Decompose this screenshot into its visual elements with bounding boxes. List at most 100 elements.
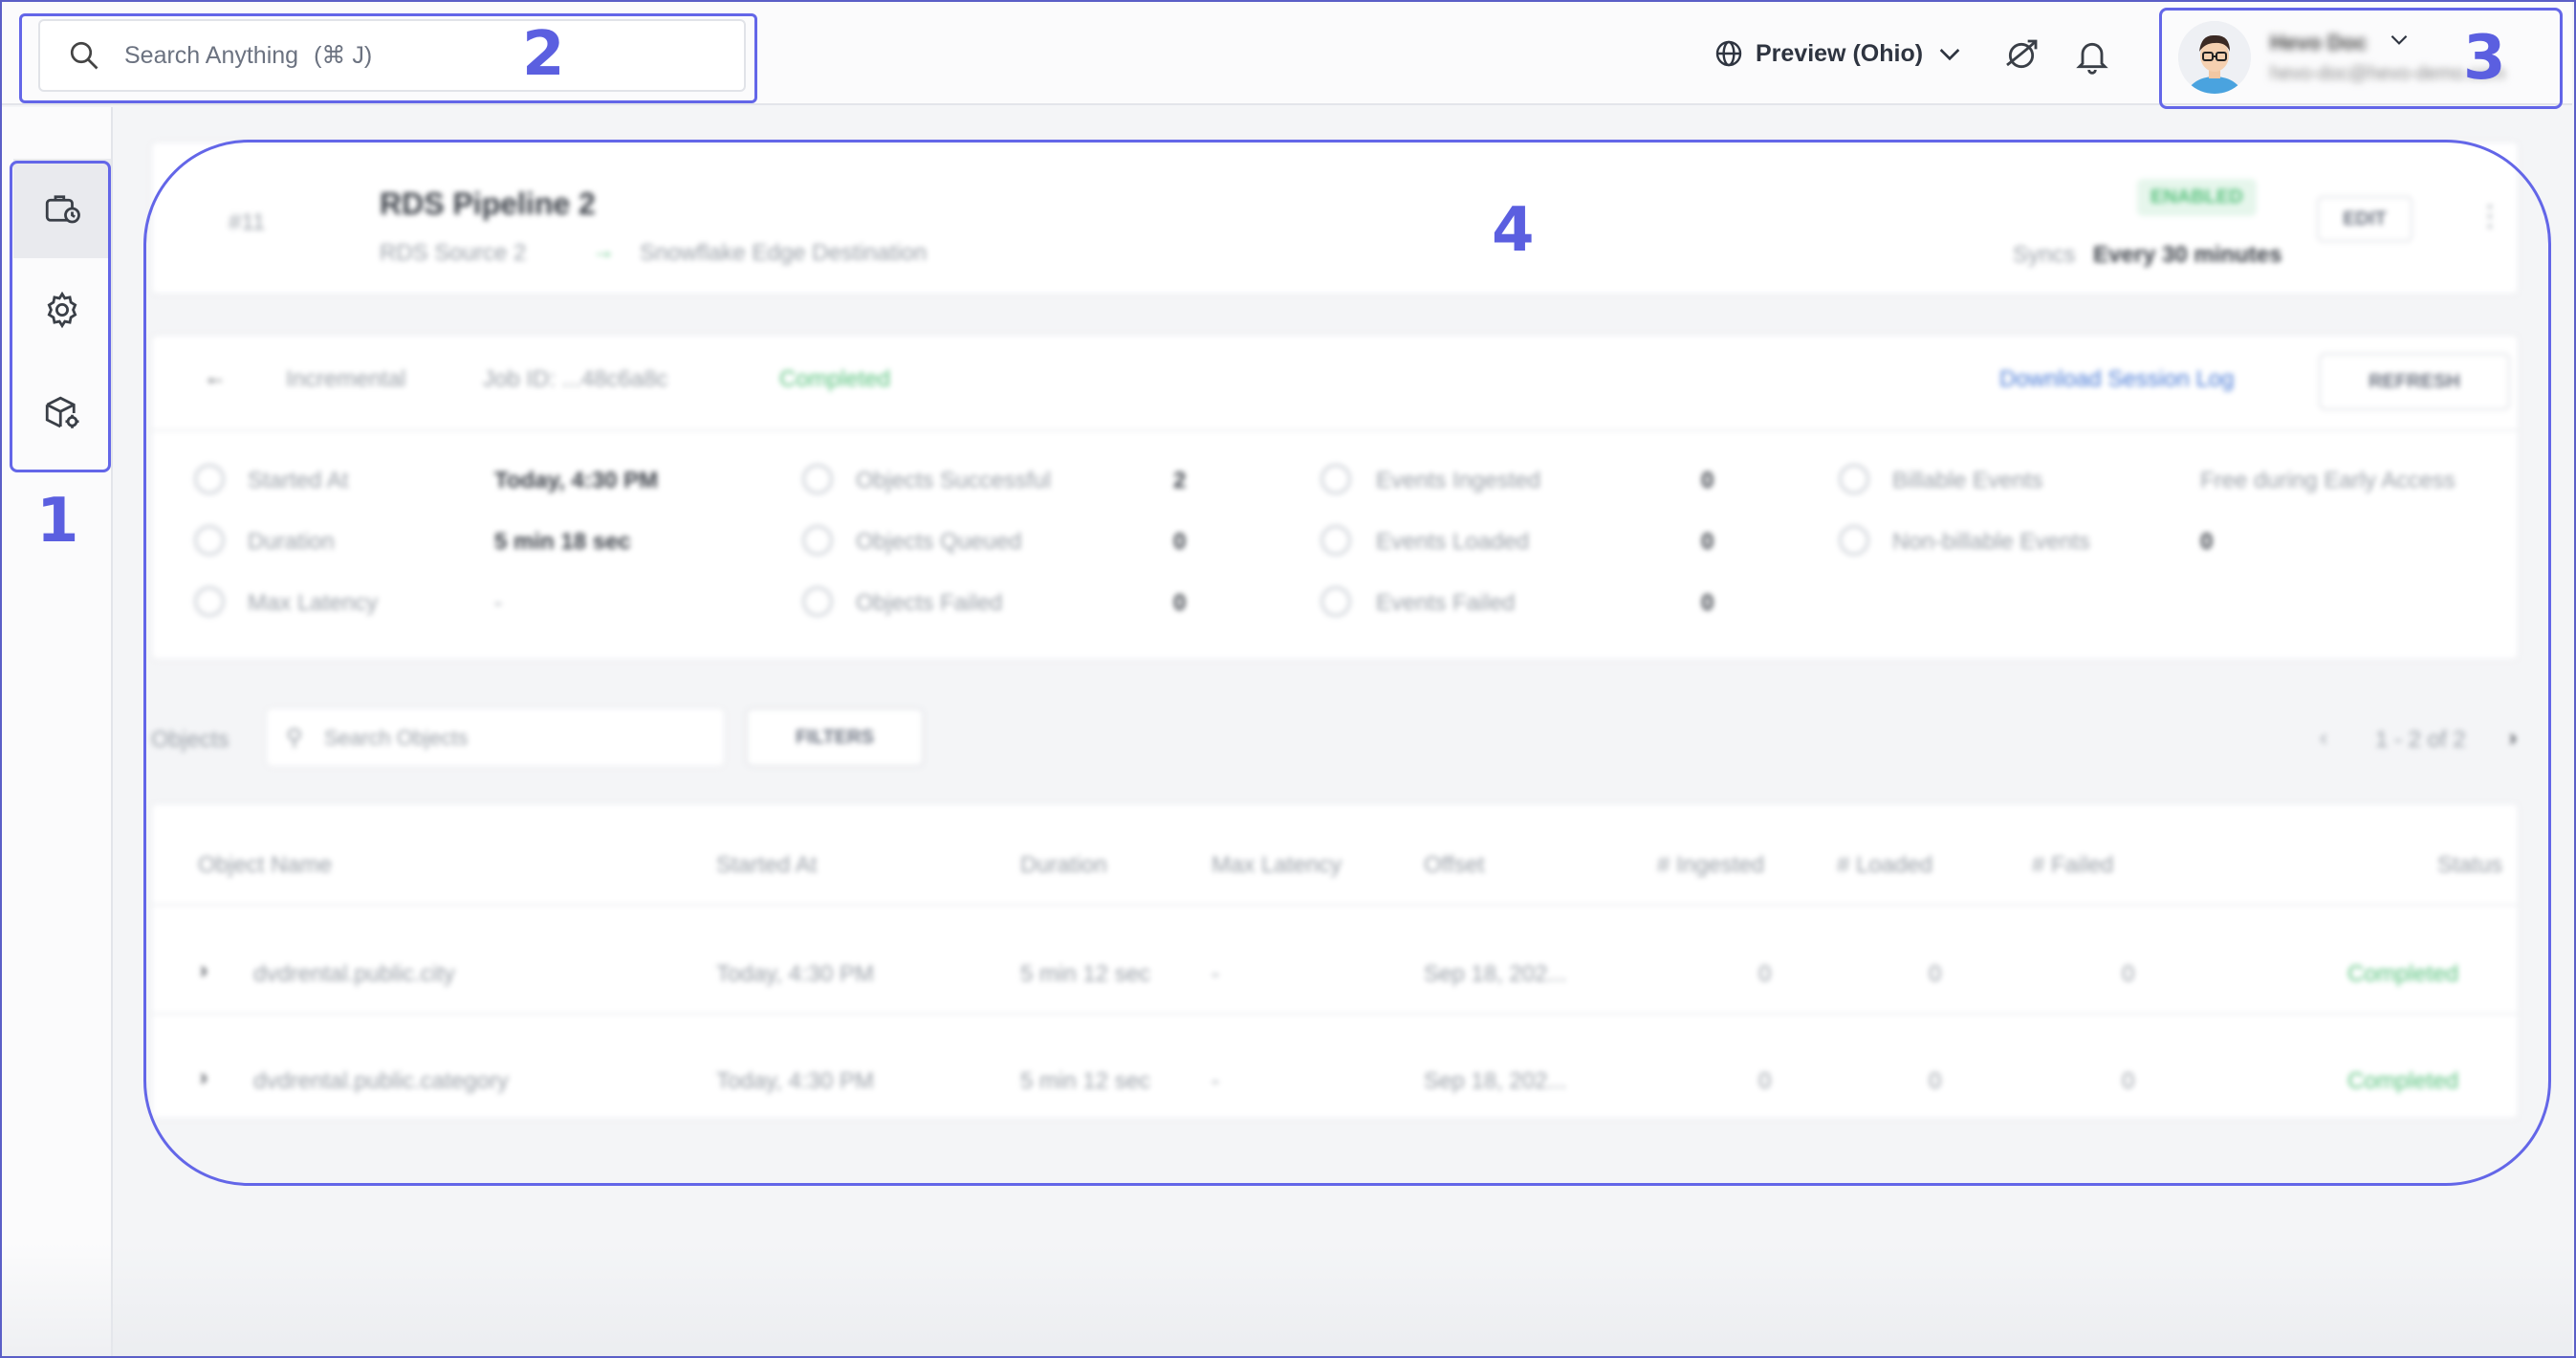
pagination-next-icon[interactable]: › (2509, 725, 2517, 752)
user-menu[interactable]: Hevo Doc hevo-doc@hevo-demo.com (2178, 21, 2505, 94)
divider (152, 904, 2520, 906)
stat-value: 0 (1701, 468, 1714, 493)
pipeline-name[interactable]: RDS Pipeline 2 (380, 186, 596, 222)
annotation-number-3: 3 (2463, 23, 2506, 94)
pipeline-job-details: #11 RDS Pipeline 2 RDS Source 2 → Snowfl… (143, 134, 2534, 1186)
chevron-down-icon (2390, 34, 2408, 45)
divider (152, 429, 2520, 431)
search-objects-placeholder: Search Objects (324, 726, 469, 750)
object-name[interactable]: dvdrental.public.category (253, 1068, 509, 1095)
stat-value: Free during Early Access (2200, 468, 2456, 493)
job-id: Job ID: ...48c6a8c (483, 366, 668, 392)
search-objects-input[interactable]: ⚲ Search Objects (266, 708, 725, 767)
check-circle-icon (802, 464, 833, 494)
non-billable-icon (1839, 525, 1869, 556)
gear-icon (47, 291, 77, 329)
column-header: # Failed (2032, 852, 2114, 878)
error-circle-icon (802, 586, 833, 617)
annotation-number-1: 1 (36, 486, 79, 557)
stat-label: Non-billable Events (1892, 529, 2090, 555)
stat-value: 0 (1701, 590, 1714, 616)
expand-chevron-icon[interactable]: › (200, 957, 207, 984)
column-header: Max Latency (1212, 852, 1343, 878)
job-status: Completed (779, 366, 891, 392)
failed-count: 0 (2122, 961, 2135, 987)
top-header: Search Anything (⌘ J) Preview (Ohio) Hev… (2, 2, 2572, 105)
stat-value: 0 (1173, 590, 1187, 616)
sync-label: Syncs (2013, 242, 2076, 268)
load-icon (1321, 525, 1351, 556)
arrow-right-icon: → (592, 238, 615, 264)
edit-button-label: EDIT (2343, 208, 2387, 230)
stat-label: Duration (248, 529, 335, 555)
sidebar-item-models[interactable] (13, 363, 111, 463)
object-name[interactable]: dvdrental.public.city (253, 961, 455, 988)
download-session-log-link[interactable]: Download Session Log (1999, 366, 2235, 393)
stat-value: Today, 4:30 PM (494, 468, 659, 493)
pagination-prev-icon[interactable]: ‹ (2320, 725, 2327, 752)
started-at: Today, 4:30 PM (716, 1068, 874, 1094)
sync-frequency: Every 30 minutes (2093, 242, 2282, 268)
satellite-icon[interactable] (2002, 36, 2041, 75)
timer-icon (194, 525, 225, 556)
queue-icon (802, 525, 833, 556)
started-at: Today, 4:30 PM (716, 961, 874, 987)
latency-icon (194, 586, 225, 617)
search-shortcut: (⌘ J) (314, 42, 373, 69)
more-options-icon[interactable]: ⋮ (2476, 200, 2504, 233)
column-header: Status (2437, 852, 2503, 878)
stat-value: 0 (1701, 529, 1714, 555)
column-header: Started At (716, 852, 818, 878)
column-header: Object Name (198, 852, 333, 878)
stat-label: Billable Events (1892, 468, 2043, 493)
region-label: Preview (Ohio) (1756, 39, 1924, 67)
avatar-illustration-icon (2178, 21, 2251, 94)
ingest-icon (1321, 464, 1351, 494)
row-status: Completed (2347, 1068, 2459, 1094)
stat-label: Events Ingested (1376, 468, 1541, 493)
billing-icon (1839, 464, 1869, 494)
duration: 5 min 12 sec (1020, 1068, 1151, 1094)
offset: Sep 18, 202... (1424, 1068, 1567, 1094)
region-selector[interactable]: Preview (Ohio) (1714, 38, 1965, 69)
stat-label: Objects Failed (856, 590, 1003, 616)
filters-button[interactable]: FILTERS (746, 708, 924, 767)
ingested-count: 0 (1758, 961, 1772, 987)
stat-label: Max Latency (248, 590, 379, 616)
max-latency: - (1212, 1068, 1219, 1094)
stat-value: 0 (2200, 529, 2214, 555)
sidebar-item-pipelines[interactable] (13, 159, 111, 258)
briefcase-clock-icon (45, 195, 80, 224)
column-header: # Loaded (1837, 852, 1933, 878)
stat-label: Objects Queued (856, 529, 1022, 555)
refresh-button[interactable]: REFRESH (2319, 353, 2510, 410)
edit-button[interactable]: EDIT (2317, 196, 2412, 242)
ingested-count: 0 (1758, 1068, 1772, 1094)
sidebar-item-settings[interactable] (13, 260, 111, 360)
pagination-text: 1 - 2 of 2 (2375, 727, 2466, 753)
notification-bell-icon[interactable] (2073, 36, 2111, 75)
search-icon (70, 41, 98, 70)
clock-icon (194, 464, 225, 494)
expand-chevron-icon[interactable]: › (200, 1064, 207, 1091)
search-icon: ⚲ (286, 725, 303, 751)
stat-label: Events Failed (1376, 590, 1516, 616)
pipeline-id: #11 (229, 209, 266, 235)
column-header: # Ingested (1657, 852, 1765, 878)
filters-button-label: FILTERS (796, 726, 874, 748)
annotation-number-2: 2 (522, 19, 565, 90)
offset: Sep 18, 202... (1424, 961, 1567, 987)
objects-tab[interactable]: Objects (151, 727, 229, 754)
globe-icon (1715, 40, 1742, 67)
global-search-input[interactable]: Search Anything (⌘ J) (38, 19, 746, 92)
stat-value: 0 (1173, 529, 1187, 555)
divider (152, 1013, 2520, 1015)
chevron-down-icon (1939, 49, 1960, 61)
package-settings-icon (45, 396, 79, 428)
loaded-count: 0 (1929, 1068, 1942, 1094)
stat-label: Started At (248, 468, 349, 493)
back-arrow-icon[interactable]: ← (204, 364, 227, 391)
pipeline-destination: Snowflake Edge Destination (640, 240, 928, 266)
job-summary-card: ← Incremental Job ID: ...48c6a8c Complet… (151, 335, 2520, 660)
row-status: Completed (2347, 961, 2459, 987)
